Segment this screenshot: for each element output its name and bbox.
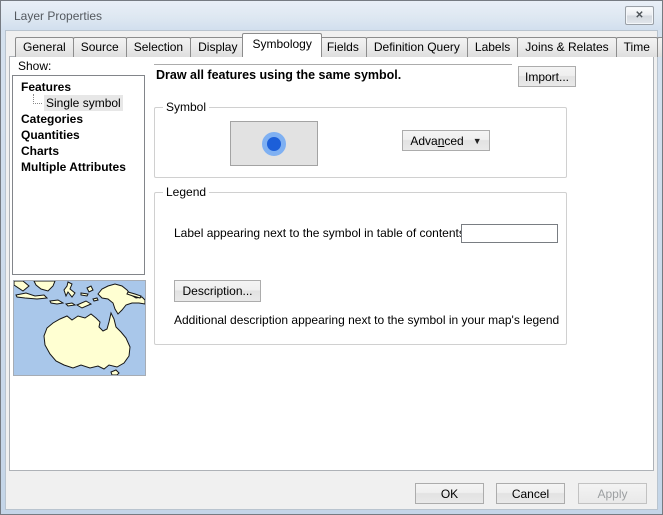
tree-item-multiple-attributes[interactable]: Multiple Attributes	[13, 159, 144, 175]
symbol-groupbox: Symbol Advanced ▼	[154, 107, 567, 178]
tree-connector-icon	[33, 94, 42, 104]
close-button[interactable]: ✕	[625, 6, 654, 25]
header-divider	[154, 64, 512, 65]
tab-strip: General Source Selection Display Symbolo…	[15, 33, 663, 57]
tab-definition-query[interactable]: Definition Query	[366, 37, 468, 57]
tab-source[interactable]: Source	[73, 37, 127, 57]
ok-button[interactable]: OK	[415, 483, 484, 504]
tab-fields[interactable]: Fields	[319, 37, 367, 57]
show-listbox: Features Single symbol Categories Quanti…	[12, 75, 145, 275]
tab-selection[interactable]: Selection	[126, 37, 191, 57]
apply-button[interactable]: Apply	[578, 483, 647, 504]
additional-description-text: Additional description appearing next to…	[174, 313, 559, 327]
window-title: Layer Properties	[14, 9, 102, 23]
tab-labels[interactable]: Labels	[467, 37, 518, 57]
tree-item-features[interactable]: Features	[13, 79, 144, 95]
title-bar: Layer Properties ✕	[1, 1, 662, 30]
tree-item-quantities[interactable]: Quantities	[13, 127, 144, 143]
map-preview	[13, 280, 146, 376]
tab-joins-relates[interactable]: Joins & Relates	[517, 37, 616, 57]
tab-html-popup[interactable]: HTML Popup	[657, 37, 663, 57]
tab-display[interactable]: Display	[190, 37, 245, 57]
symbology-tab-page: Show: Features Single symbol Categories …	[9, 56, 654, 471]
legend-groupbox-title: Legend	[163, 185, 209, 199]
dropdown-arrow-icon: ▼	[473, 136, 482, 146]
dialog-frame: General Source Selection Display Symbolo…	[1, 30, 662, 514]
legend-label-input[interactable]	[461, 224, 558, 243]
dialog-client-area: General Source Selection Display Symbolo…	[5, 30, 658, 510]
cancel-button[interactable]: Cancel	[496, 483, 565, 504]
tab-symbology[interactable]: Symbology	[242, 33, 321, 57]
symbol-preview-button[interactable]	[230, 121, 318, 166]
tree-item-charts[interactable]: Charts	[13, 143, 144, 159]
advanced-dropdown-button[interactable]: Advanced ▼	[402, 130, 490, 151]
legend-groupbox: Legend Label appearing next to the symbo…	[154, 192, 567, 345]
legend-label-text: Label appearing next to the symbol in ta…	[174, 226, 468, 240]
symbol-groupbox-title: Symbol	[163, 100, 209, 114]
tab-general[interactable]: General	[15, 37, 74, 57]
tree-item-categories[interactable]: Categories	[13, 111, 144, 127]
point-symbol-icon	[262, 132, 286, 156]
tab-time[interactable]: Time	[616, 37, 658, 57]
import-button[interactable]: Import...	[518, 66, 576, 87]
oceania-map-graphic	[14, 281, 145, 375]
layer-properties-dialog: Layer Properties ✕ General Source Select…	[0, 0, 663, 515]
close-icon: ✕	[635, 10, 643, 21]
draw-method-description: Draw all features using the same symbol.	[156, 68, 401, 82]
tree-item-single-symbol[interactable]: Single symbol	[13, 95, 144, 111]
description-button[interactable]: Description...	[174, 280, 261, 302]
show-label: Show:	[18, 59, 51, 73]
